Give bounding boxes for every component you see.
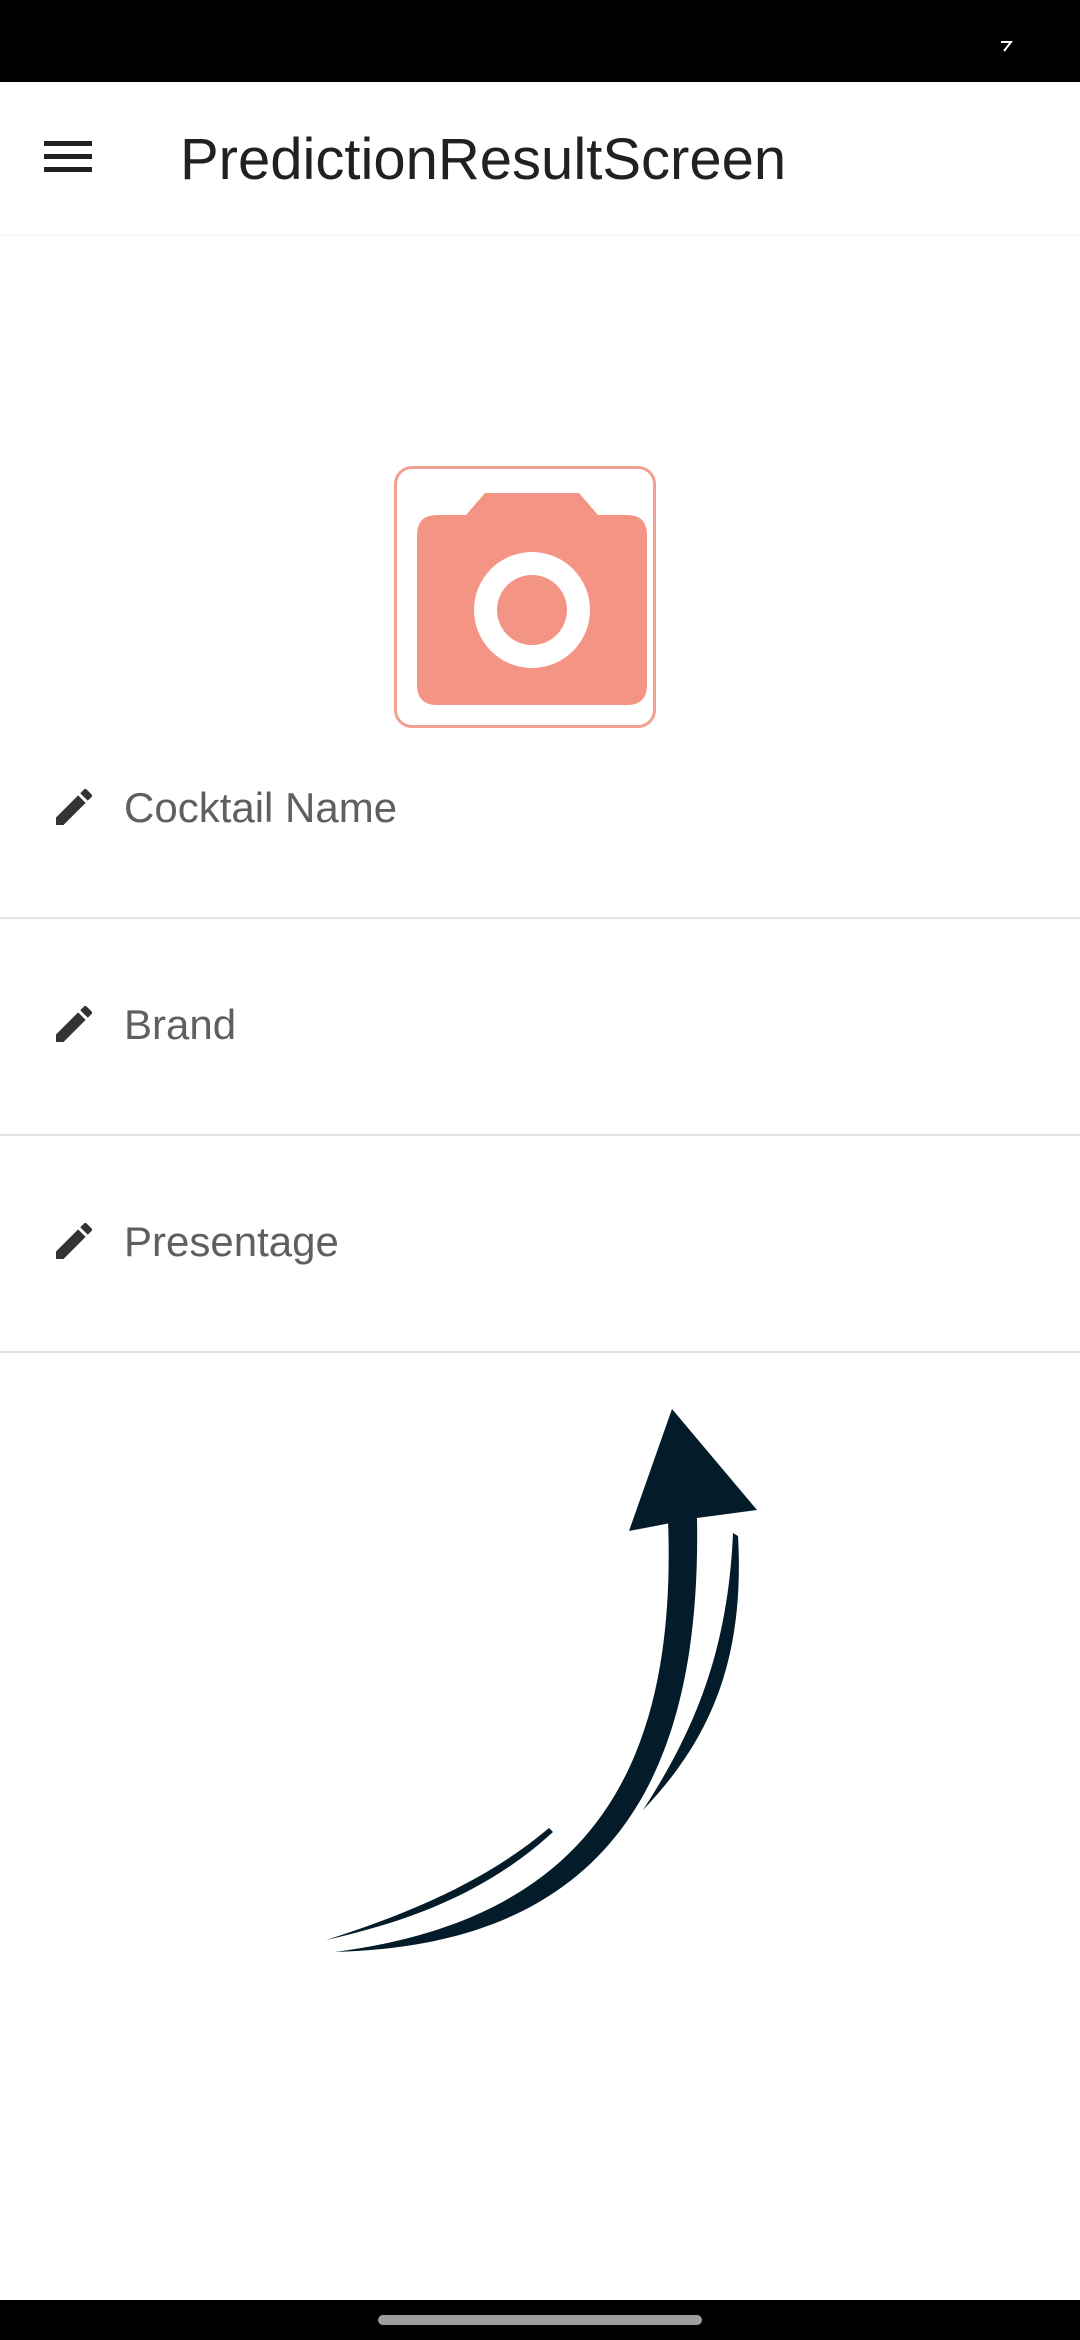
- home-gesture-handle[interactable]: [378, 2315, 702, 2325]
- pencil-icon: [56, 1222, 93, 1259]
- pencil-icon: [56, 1005, 93, 1042]
- take-photo-button[interactable]: [394, 466, 656, 728]
- pencil-icon: [56, 788, 93, 825]
- percentage-placeholder: Presentage: [124, 1218, 339, 1265]
- percentage-field[interactable]: Presentage: [0, 1137, 1080, 1353]
- status-bar: [0, 0, 1080, 82]
- brand-placeholder: Brand: [124, 1001, 237, 1048]
- hamburger-menu-icon[interactable]: [40, 132, 96, 182]
- app-bar: PredictionResultScreen: [0, 82, 1080, 234]
- navigation-bar: [0, 2300, 1080, 2340]
- cocktail-name-placeholder: Cocktail Name: [124, 784, 398, 831]
- curved-arrow-up-icon: [326, 1409, 757, 1952]
- prediction-result-screen: PredictionResultScreen Cocktail Name Bra…: [0, 0, 1080, 2340]
- brand-field[interactable]: Brand: [0, 920, 1080, 1136]
- signal-icon: [1001, 41, 1014, 52]
- page-title: PredictionResultScreen: [180, 127, 787, 192]
- camera-icon: [417, 493, 647, 705]
- cocktail-name-field[interactable]: Cocktail Name: [0, 703, 1080, 919]
